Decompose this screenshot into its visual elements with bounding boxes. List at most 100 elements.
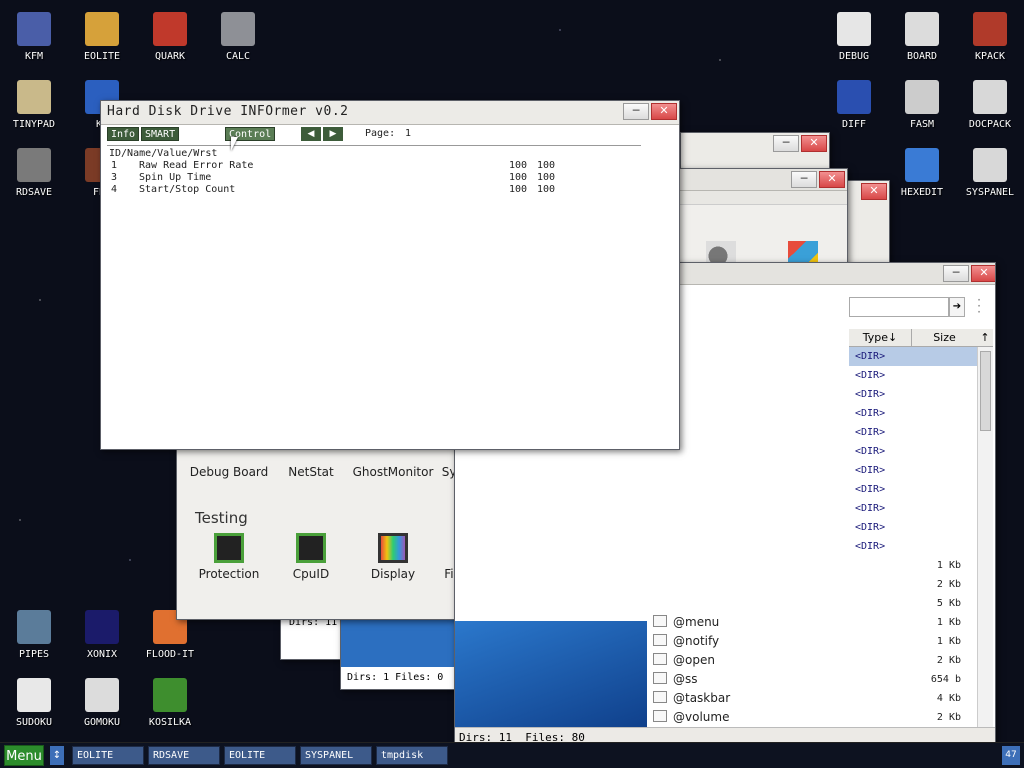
table-row[interactable]: 1 Kb [849,556,977,575]
size-cell: 1 Kb [936,636,961,647]
file-size-row: 654 b [849,670,977,689]
table-row[interactable]: <DIR> [849,480,977,499]
desktop-icon-right-diff[interactable]: DIFF [820,74,888,140]
desktop-icon-left-gomoku[interactable]: GOMOKU [68,672,136,738]
size-cell: 654 b [930,674,961,685]
taskbar-task[interactable]: EOLITE [72,746,144,765]
scrollbar[interactable] [977,347,993,731]
table-row[interactable]: <DIR> [849,423,977,442]
cp-item-label: GhostMonitor [352,465,434,479]
menu-button[interactable]: Menu [4,745,44,766]
column-header-size[interactable]: Size [911,329,977,347]
tray-clock[interactable]: 47 [1002,746,1020,765]
table-row[interactable]: <DIR> [849,442,977,461]
desktop-icon-label: DIFF [841,119,867,130]
hammer-icon [973,12,1007,46]
cp-item-cpuid[interactable]: CpuID [269,533,353,581]
table-row[interactable]: <DIR> [849,461,977,480]
switch-arrows-icon[interactable]: ↕ [50,746,64,765]
table-row[interactable]: 2 Kb [849,575,977,594]
hdd-titlebar[interactable]: Hard Disk Drive INFOrmer v0.2 ─ ✕ [101,101,679,125]
desktop-icon-right-fasm[interactable]: FASM [888,74,956,140]
table-row[interactable]: 5 Kb [849,594,977,613]
prev-page-button[interactable]: ◀ [301,127,321,141]
cp-item-label: Debug Board [189,465,269,479]
file-row[interactable]: @taskbar [649,689,839,708]
file-size-row: 2 Kb [849,651,977,670]
desktop-icon-right-syspanel[interactable]: SYSPANEL [956,142,1024,208]
cp-item-partial[interactable]: NetStat [269,465,353,479]
taskbar-task[interactable]: EOLITE [224,746,296,765]
next-page-button[interactable]: ▶ [323,127,343,141]
size-cell: 2 Kb [936,655,961,666]
file-name: @open [673,653,715,667]
file-row[interactable]: @volume [649,708,839,727]
desktop-icon-label: EOLITE [83,51,121,62]
cp-item-partial[interactable]: Debug Board [187,465,271,479]
cp-item-label: NetStat [288,465,334,479]
path-input[interactable] [849,297,949,317]
desktop-icon-left-kosilka[interactable]: KOSILKA [136,672,204,738]
file-row[interactable]: @open [649,651,839,670]
go-arrow-icon[interactable]: ➔ [949,297,965,317]
file-name: @taskbar [673,691,731,705]
desktop-icon-label: RDSAVE [15,187,53,198]
book-icon [153,12,187,46]
table-row[interactable]: <DIR> [849,499,977,518]
desktop-icon-right-kpack[interactable]: KPACK [956,6,1024,72]
bg-window-frame-1[interactable]: ─ ✕ [680,132,830,172]
desktop-icon-left-quark[interactable]: QUARK [136,6,204,72]
scroll-up-button[interactable]: ↑ [977,329,993,347]
cp-item-partial[interactable]: GhostMonitor [351,465,435,479]
minimize-button[interactable]: ─ [791,171,817,188]
column-header-type[interactable]: Type↓ [849,329,911,347]
desktop-icon-left-rdsave[interactable]: RDSAVE [0,142,68,208]
close-button[interactable]: ✕ [801,135,827,152]
type-cell: <DIR> [855,446,886,457]
file-row[interactable]: @notify [649,632,839,651]
info-button[interactable]: Info [107,127,140,141]
table-row[interactable]: <DIR> [849,537,977,556]
file-row[interactable]: @menu [649,613,839,632]
desktop-icon-right-hexedit[interactable]: HEXEDIT [888,142,956,208]
desktop-icon-left-eolite[interactable]: EOLITE [68,6,136,72]
desktop-icon-left-sudoku[interactable]: SUDOKU [0,672,68,738]
close-button[interactable]: ✕ [651,103,677,120]
taskbar-task[interactable]: RDSAVE [148,746,220,765]
smart-button[interactable]: SMART [141,127,180,141]
taskbar-task[interactable]: SYSPANEL [300,746,372,765]
scrollbar-thumb[interactable] [980,351,991,431]
file-icon [653,710,667,722]
taskbar: Menu ↕ EOLITE RDSAVE EOLITE SYSPANEL tmpdisk… [0,742,1024,768]
hdd-informer-window[interactable]: Hard Disk Drive INFOrmer v0.2 ─ ✕ Info S… [100,100,680,450]
desktop-icon-right-board[interactable]: BOARD [888,6,956,72]
table-row[interactable]: <DIR> [849,385,977,404]
desktop-icon-right-docpack[interactable]: DOCPACK [956,74,1024,140]
close-button[interactable]: ✕ [861,183,887,200]
minimize-button[interactable]: ─ [623,103,649,120]
cp-item-display[interactable]: Display [351,533,435,581]
desktop-icon-left-pipes[interactable]: PIPES [0,604,68,670]
desktop-icon-label: KOSILKA [148,717,192,728]
file-row[interactable]: @ss [649,670,839,689]
desktop-icon-left-tinypad[interactable]: TINYPAD [0,74,68,140]
close-button[interactable]: ✕ [971,265,995,282]
table-row[interactable]: <DIR> [849,347,977,366]
taskbar-task[interactable]: tmpdisk [376,746,448,765]
desktop-icon-left-calc[interactable]: CALC [204,6,272,72]
diff-icon [837,80,871,114]
table-row[interactable]: <DIR> [849,518,977,537]
folder-icon [85,12,119,46]
minimize-button[interactable]: ─ [943,265,969,282]
smart-row-name: Raw Read Error Rate [139,160,254,171]
desktop-icon-right-debug[interactable]: DEBUG [820,6,888,72]
chip-icon [296,533,326,563]
table-row[interactable]: <DIR> [849,366,977,385]
close-button[interactable]: ✕ [819,171,845,188]
more-icon[interactable]: · · · [973,294,985,318]
minimize-button[interactable]: ─ [773,135,799,152]
desktop-icon-left-kfm[interactable]: KFM [0,6,68,72]
table-row[interactable]: <DIR> [849,404,977,423]
desktop-icon-left-xonix[interactable]: XONIX [68,604,136,670]
cp-item-protection[interactable]: Protection [187,533,271,581]
